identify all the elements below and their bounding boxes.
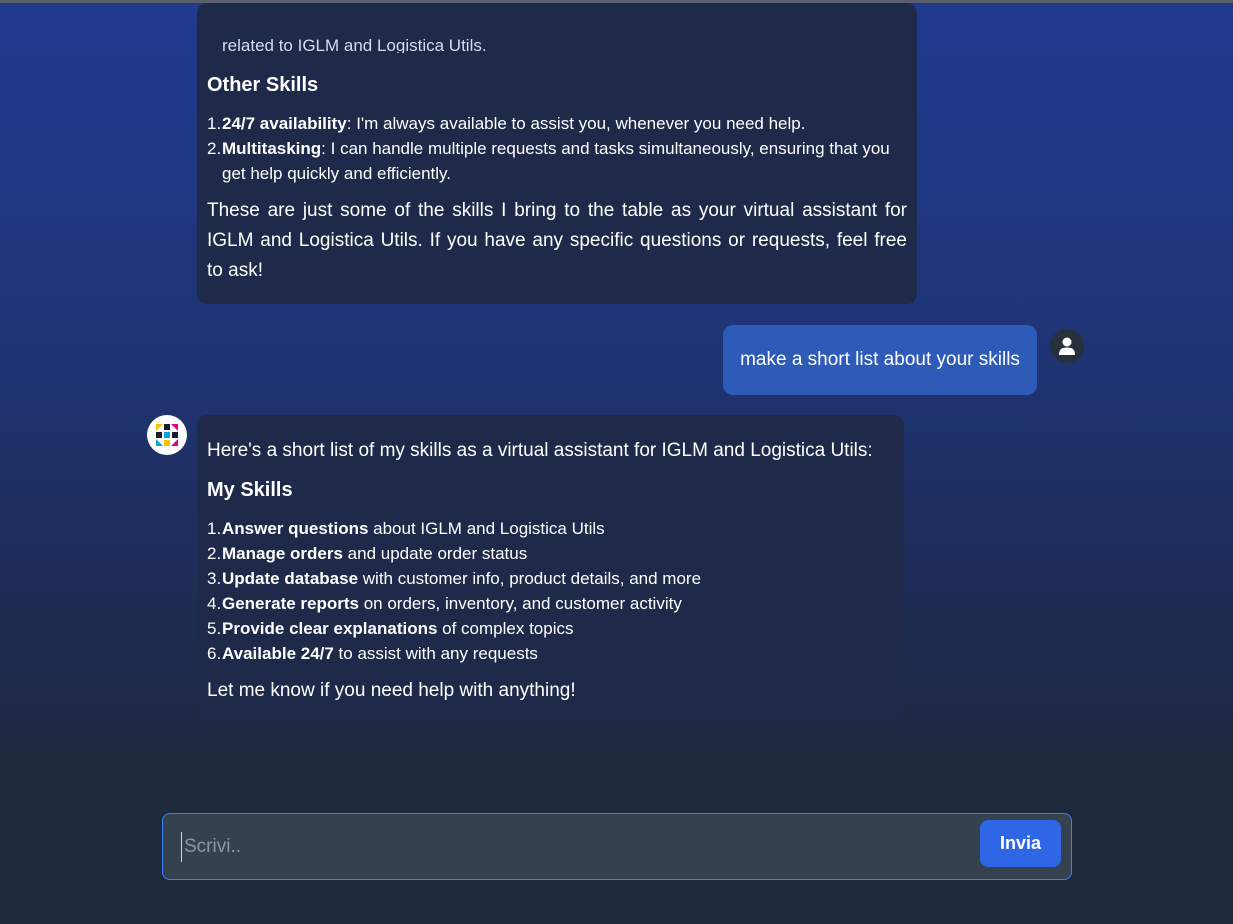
message-closing: Let me know if you need help with anythi… xyxy=(207,680,576,701)
list-item: 2. Manage orders and update order status xyxy=(207,544,528,563)
message-heading: My Skills xyxy=(207,479,293,501)
list-item: 6. Available 24/7 to assist with any requ… xyxy=(207,644,538,663)
message-input[interactable] xyxy=(181,832,961,862)
user-message-text: make a short list about your skills xyxy=(740,349,1020,370)
assistant-avatar xyxy=(147,415,187,455)
assistant-message: related to IGLM and Logistica Utils. Oth… xyxy=(197,3,917,304)
skills-list: 1. 24/7 availability: I'm always availabl… xyxy=(207,111,897,186)
skills-list: 1. Answer questions about IGLM and Logist… xyxy=(207,516,897,666)
list-item: 1. Answer questions about IGLM and Logist… xyxy=(207,519,605,538)
cutoff-text: related to IGLM and Logistica Utils. xyxy=(222,39,487,53)
list-item: 3. Update database with customer info, pr… xyxy=(207,569,702,588)
assistant-logo-icon xyxy=(156,424,178,446)
list-item: 4. Generate reports on orders, inventory,… xyxy=(207,594,682,613)
send-button[interactable]: Invia xyxy=(980,820,1061,867)
user-avatar xyxy=(1050,329,1084,363)
message-heading: Other Skills xyxy=(207,74,319,96)
message-closing: These are just some of the skills I brin… xyxy=(207,200,907,281)
user-icon xyxy=(1059,337,1075,355)
list-item: 5. Provide clear explanations of complex … xyxy=(207,619,574,638)
assistant-message: Here's a short list of my skills as a vi… xyxy=(197,415,904,723)
user-message: make a short list about your skills xyxy=(723,325,1037,395)
list-item: 2. Multitasking: I can handle multiple re… xyxy=(207,139,890,183)
message-composer: Invia xyxy=(162,813,1072,880)
chat-thread[interactable]: related to IGLM and Logistica Utils. Oth… xyxy=(0,3,1233,793)
message-intro: Here's a short list of my skills as a vi… xyxy=(207,440,873,461)
list-item: 1. 24/7 availability: I'm always availabl… xyxy=(207,114,806,133)
